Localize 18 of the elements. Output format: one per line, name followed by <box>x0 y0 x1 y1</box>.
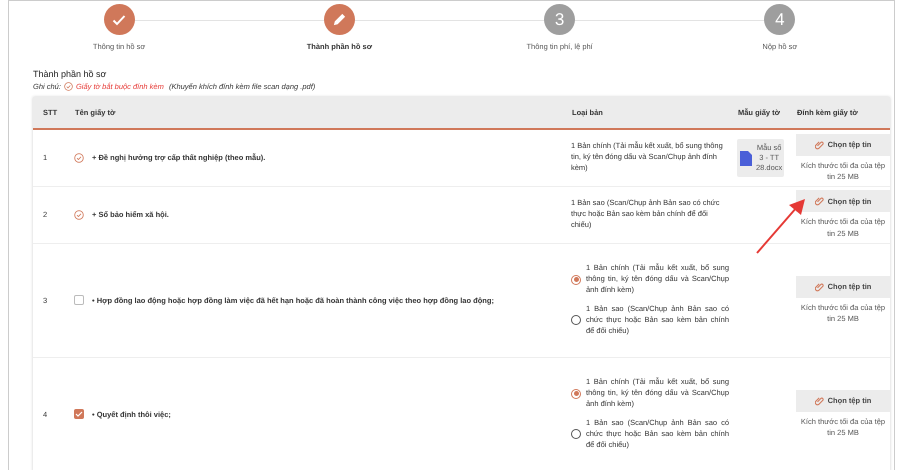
radio-button[interactable] <box>571 388 581 399</box>
step-done-circle[interactable] <box>104 4 135 35</box>
step-current-circle[interactable] <box>324 4 355 35</box>
radio-button[interactable] <box>571 429 581 440</box>
required-check-icon <box>64 82 73 91</box>
pencil-icon <box>332 12 347 27</box>
document-icon <box>740 150 752 166</box>
paperclip-icon <box>814 196 825 206</box>
section-title: Thành phần hồ sơ <box>33 69 108 79</box>
paperclip-icon <box>814 396 825 406</box>
required-check-icon <box>74 152 84 163</box>
radio-button[interactable] <box>571 274 581 285</box>
paperclip-icon <box>814 282 825 292</box>
checkbox[interactable] <box>74 409 84 419</box>
required-check-icon <box>74 210 84 220</box>
checkbox[interactable] <box>74 295 84 305</box>
radio-button[interactable] <box>571 315 581 326</box>
paperclip-icon <box>814 140 825 150</box>
